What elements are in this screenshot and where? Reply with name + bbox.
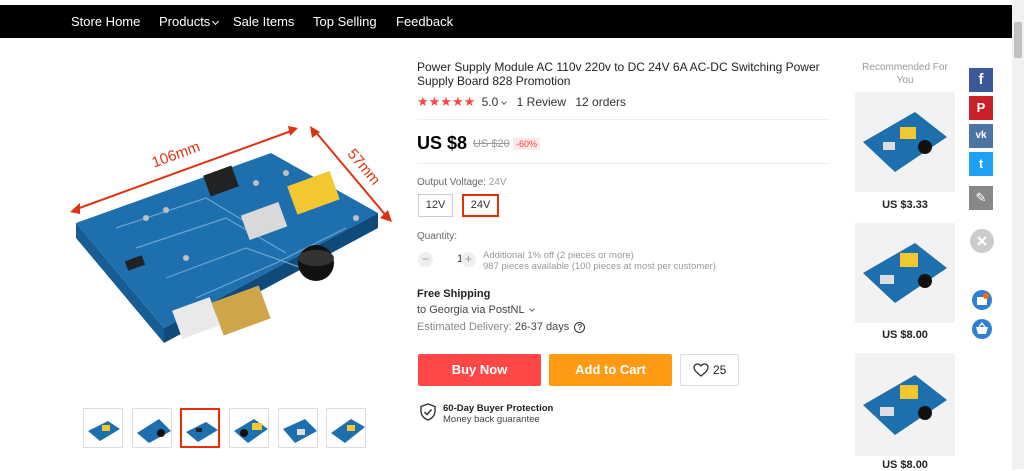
- product-thumbnail[interactable]: [326, 408, 366, 448]
- chevron-down-icon: [212, 17, 220, 26]
- recommended-price: US $8.00: [882, 329, 928, 341]
- shipping-title: Free Shipping: [417, 288, 491, 300]
- shipping-destination-text: to Georgia via PostNL: [417, 304, 525, 316]
- recommended-title: Recommended For You: [862, 62, 948, 86]
- delivery-value: 26-37 days: [514, 321, 570, 333]
- nav-products-label: Products: [159, 14, 211, 29]
- reviews-link[interactable]: 1 Review: [517, 95, 566, 109]
- quantity-availability: 987 pieces available (100 pieces at most…: [483, 261, 716, 272]
- close-icon[interactable]: [970, 229, 994, 253]
- recommended-product-image[interactable]: [855, 92, 955, 192]
- product-thumbnail[interactable]: [229, 408, 269, 448]
- nav-store-home[interactable]: Store Home: [71, 14, 140, 29]
- recommended-price: US $8.00: [882, 459, 928, 471]
- recommended-product-image[interactable]: [855, 353, 955, 456]
- nav-sale-items[interactable]: Sale Items: [233, 14, 294, 29]
- shipping-destination[interactable]: to Georgia via PostNL: [417, 304, 536, 316]
- pinterest-share-button[interactable]: P: [969, 96, 993, 120]
- rating-score[interactable]: 5.0: [481, 95, 508, 109]
- quantity-increase-button[interactable]: +: [461, 252, 476, 267]
- help-icon[interactable]: ?: [574, 322, 586, 333]
- width-dimension-label: 57mm: [344, 146, 384, 189]
- quantity-label: Quantity:: [417, 231, 458, 242]
- vk-share-button[interactable]: vk: [969, 124, 993, 148]
- shield-check-icon: [420, 403, 436, 421]
- recommended-product-image[interactable]: [855, 223, 955, 323]
- recommended-price: US $3.33: [882, 199, 928, 211]
- twitter-share-button[interactable]: t: [969, 152, 993, 176]
- original-price: US $20: [473, 138, 510, 150]
- add-to-cart-button[interactable]: Add to Cart: [549, 354, 672, 386]
- product-thumbnail[interactable]: [83, 408, 123, 448]
- delivery-label: Estimated Delivery:: [417, 321, 512, 333]
- buyer-protection-title: 60-Day Buyer Protection: [443, 403, 554, 414]
- nav-feedback[interactable]: Feedback: [396, 14, 453, 29]
- estimated-delivery: Estimated Delivery: 26-37 days ?: [417, 321, 586, 333]
- product-title: Power Supply Module AC 110v 220v to DC 2…: [417, 60, 820, 88]
- divider: [417, 119, 830, 120]
- page-scrollbar[interactable]: [1012, 0, 1024, 469]
- current-price: US $8: [417, 133, 468, 153]
- divider: [417, 163, 830, 164]
- quantity-discount-note: Additional 1% off (2 pieces or more): [483, 250, 634, 261]
- basket-icon[interactable]: [970, 317, 994, 341]
- discount-badge: -60%: [513, 138, 541, 150]
- rating-score-value: 5.0: [481, 95, 499, 109]
- nav-top-selling[interactable]: Top Selling: [313, 14, 377, 29]
- product-thumbnail-selected[interactable]: [180, 408, 220, 448]
- product-main-image[interactable]: 106mm 57mm: [56, 58, 396, 398]
- scrollbar-thumb[interactable]: [1014, 22, 1022, 58]
- variant-label: Output Voltage:: [417, 177, 486, 188]
- chevron-down-icon: [501, 99, 508, 105]
- variant-label-row: Output Voltage: 24V: [417, 177, 507, 188]
- quantity-decrease-button[interactable]: −: [418, 252, 433, 267]
- chevron-down-icon: [529, 306, 536, 312]
- product-thumbnail[interactable]: [132, 408, 172, 448]
- wishlist-button[interactable]: 25: [680, 354, 739, 386]
- variant-selected-value: 24V: [488, 177, 507, 188]
- star-rating-icon: ★★★★★: [417, 94, 476, 109]
- orders-count: 12 orders: [575, 95, 627, 109]
- buy-now-button[interactable]: Buy Now: [418, 354, 541, 386]
- variant-option-12v[interactable]: 12V: [418, 194, 453, 217]
- nav-products[interactable]: Products: [159, 14, 220, 29]
- product-thumbnail[interactable]: [278, 408, 318, 448]
- store-nav-bar: Store Home Products Sale Items Top Selli…: [0, 5, 1012, 38]
- wishlist-count: 25: [713, 363, 727, 377]
- edit-button[interactable]: ✎: [969, 186, 993, 210]
- heart-icon: [693, 363, 709, 377]
- buyer-protection-subtitle: Money back guarantee: [443, 414, 540, 425]
- variant-option-24v[interactable]: 24V: [462, 194, 499, 217]
- coupon-icon[interactable]: [970, 288, 994, 312]
- rating-row: ★★★★★ 5.0 1 Review 12 orders: [417, 94, 626, 110]
- facebook-share-button[interactable]: f: [969, 68, 993, 92]
